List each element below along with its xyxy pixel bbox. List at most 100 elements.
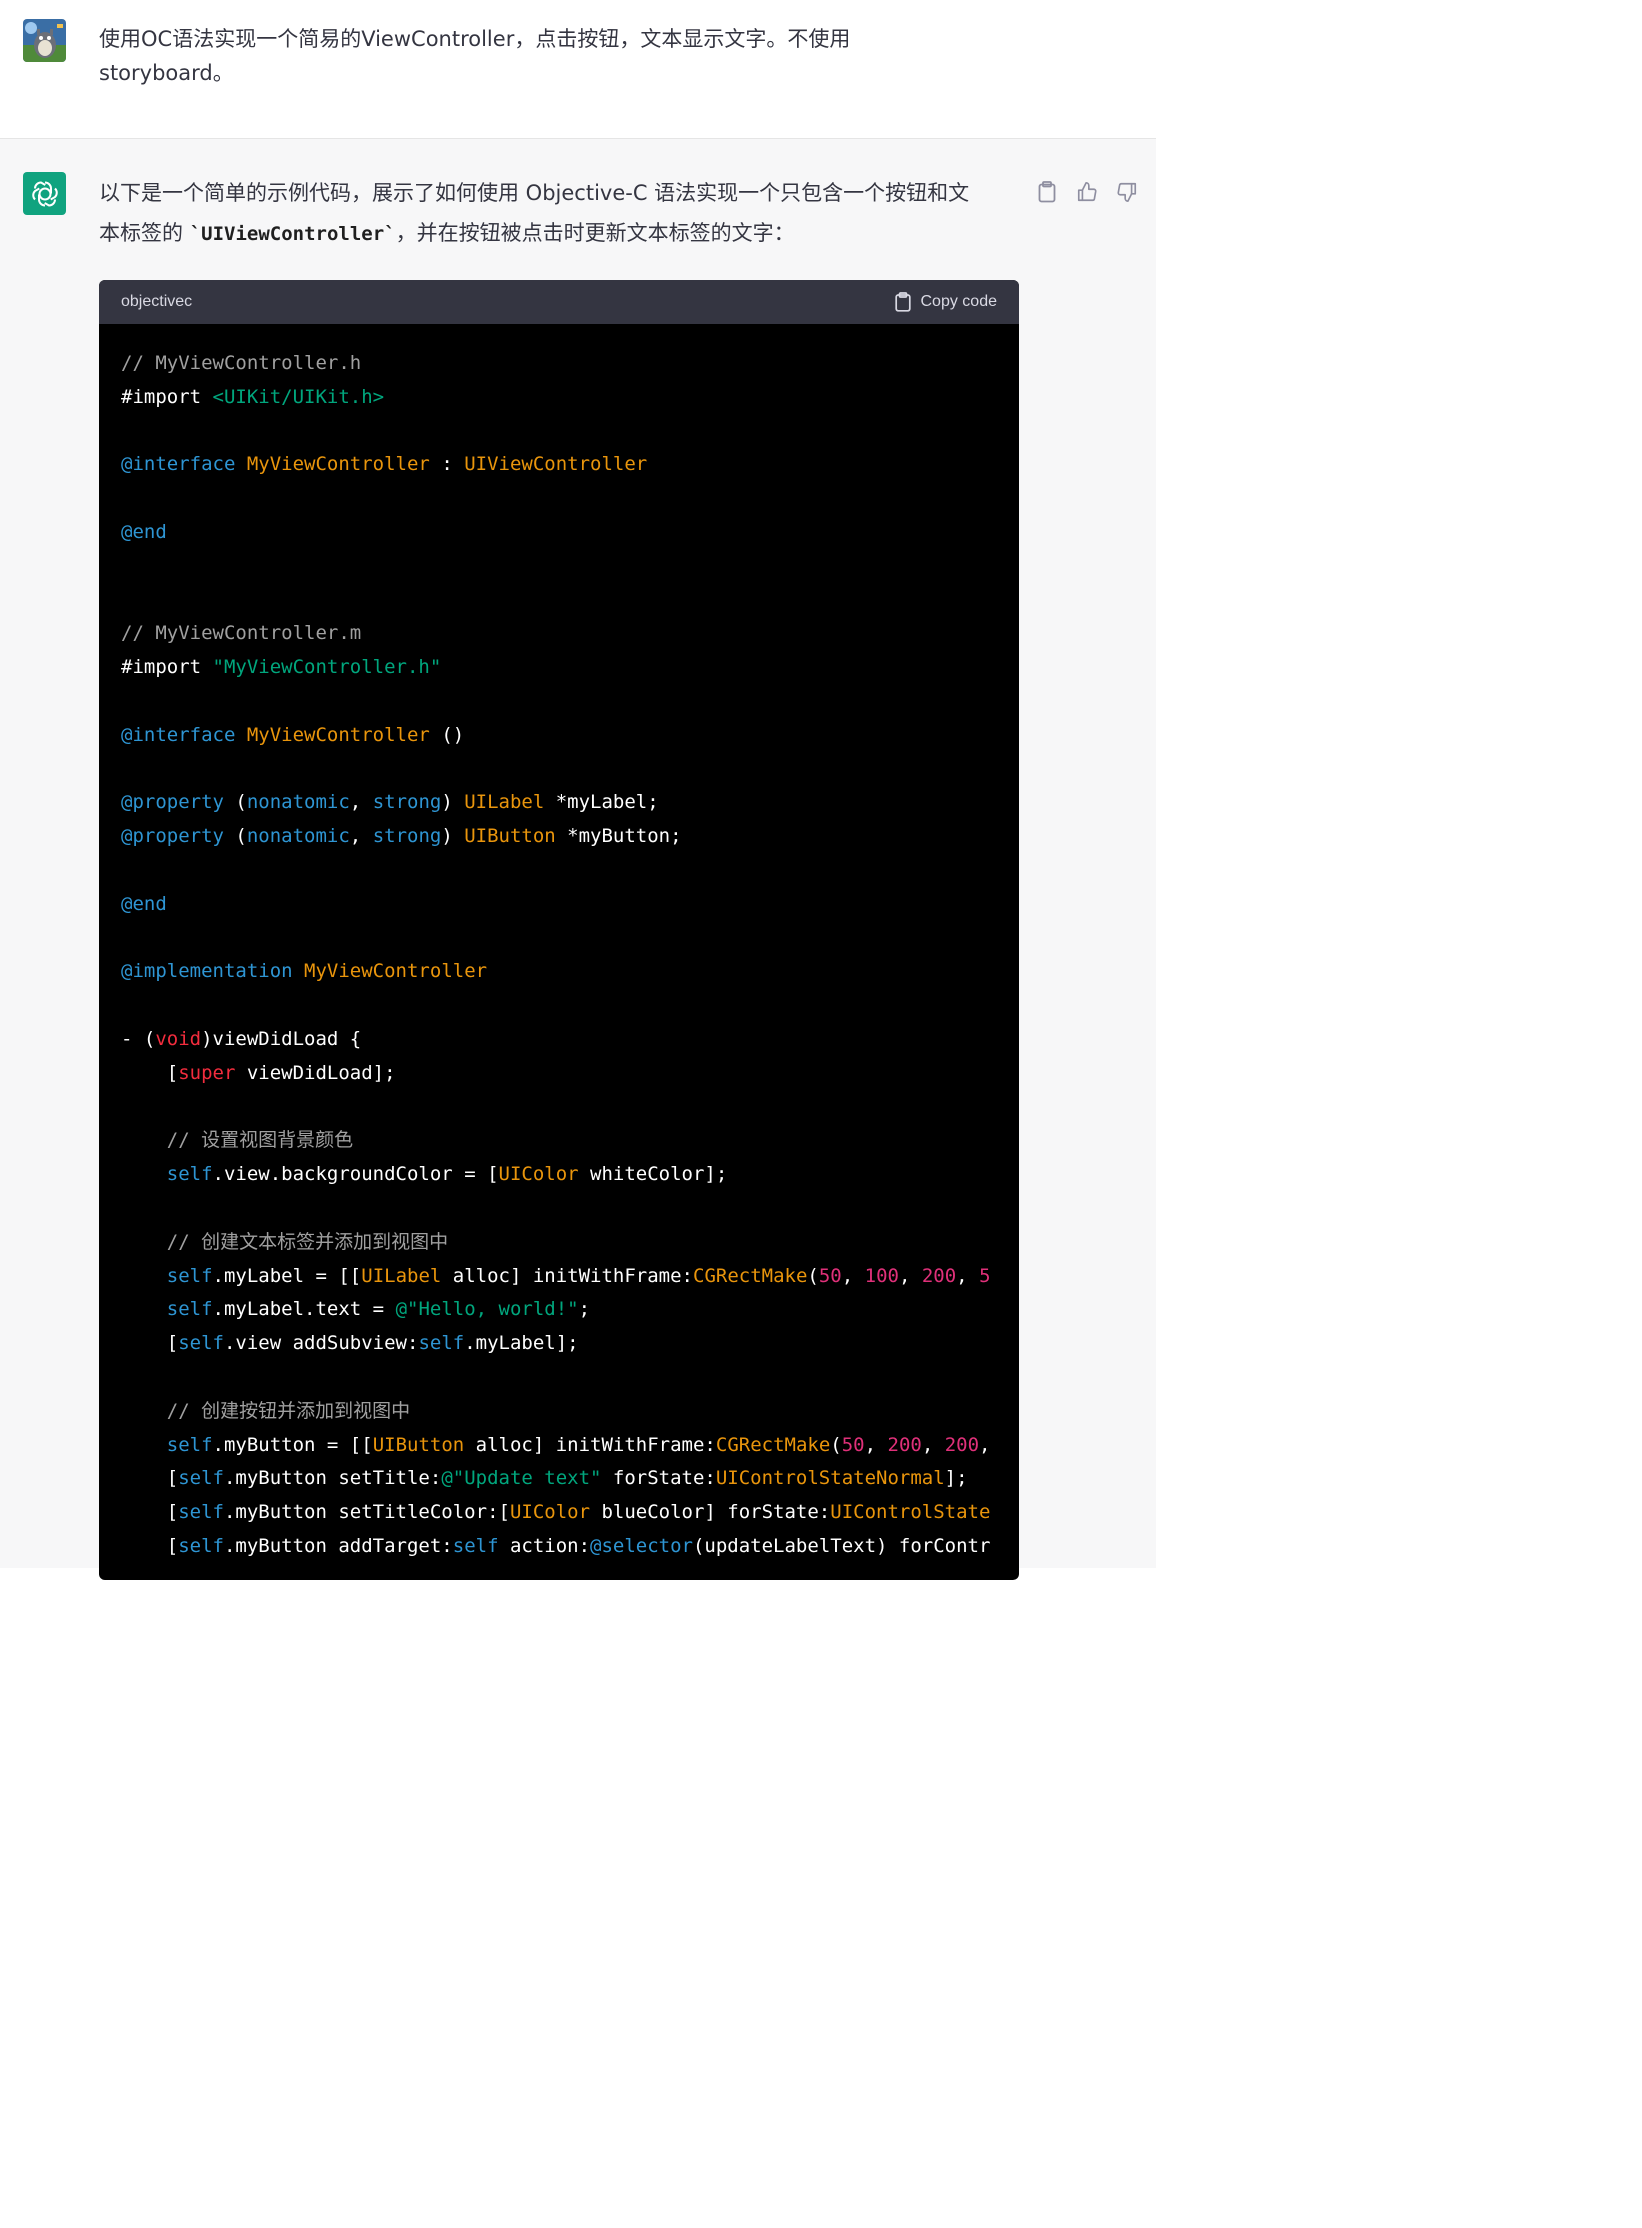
thumbs-down-icon[interactable] — [1114, 179, 1140, 205]
code-token: strong — [372, 791, 442, 814]
code-token: @property — [121, 791, 224, 814]
code-line: [super viewDidLoad]; — [121, 1057, 997, 1091]
code-line: #import <UIKit/UIKit.h> — [121, 381, 997, 415]
code-token: ) — [441, 791, 465, 814]
code-token: self — [178, 1534, 224, 1557]
code-token: .view addSubview: — [223, 1332, 419, 1355]
user-avatar-icon — [23, 19, 66, 62]
code-token: // 创建按钮并添加到视图中 — [121, 1399, 411, 1422]
code-token: super — [178, 1061, 236, 1084]
code-token: #import — [121, 385, 213, 408]
code-token: UIControlState — [830, 1501, 991, 1524]
code-token: UILabel — [464, 791, 545, 814]
code-token: , — [979, 1433, 991, 1456]
code-line: // MyViewController.h — [121, 347, 997, 381]
code-token: UIButton — [372, 1433, 465, 1456]
code-line: self.myButton = [[UIButton alloc] initWi… — [121, 1429, 997, 1463]
code-token: , — [349, 825, 373, 848]
code-line: // 创建文本标签并添加到视图中 — [121, 1226, 997, 1260]
code-token: forState: — [601, 1467, 716, 1490]
code-token: @end — [121, 520, 167, 543]
openai-logo-icon — [23, 172, 66, 215]
code-line: @property (nonatomic, strong) UIButton *… — [121, 820, 997, 854]
code-token: 200 — [921, 1264, 957, 1287]
code-line: // 设置视图背景颜色 — [121, 1124, 997, 1158]
code-line: @end — [121, 888, 997, 922]
code-line: self.myLabel = [[UILabel alloc] initWith… — [121, 1260, 997, 1294]
code-content: // MyViewController.h #import <UIKit/UIKi… — [99, 324, 1019, 1580]
copy-code-label: Copy code — [920, 293, 998, 310]
code-token: [ — [121, 1534, 179, 1557]
code-token: .myButton = [[ — [212, 1433, 373, 1456]
code-line: #import "MyViewController.h" — [121, 651, 997, 685]
code-token: // 创建文本标签并添加到视图中 — [121, 1230, 449, 1253]
code-token: "MyViewController.h" — [212, 656, 442, 679]
code-line: [self.myButton addTarget:self action:@se… — [121, 1530, 997, 1564]
code-line: self.myLabel.text = @"Hello, world!"; — [121, 1293, 997, 1327]
code-line: [self.myButton setTitle:@"Update text" f… — [121, 1462, 997, 1496]
code-token: @"Hello, world!" — [395, 1298, 579, 1321]
code-token: @property — [121, 825, 224, 848]
code-token: , — [956, 1264, 980, 1287]
code-token: @end — [121, 892, 167, 915]
code-token: [ — [121, 1467, 179, 1490]
code-token: self — [166, 1433, 213, 1456]
assistant-intro-text: 以下是一个简单的示例代码，展示了如何使用 Objective-C 语法实现一个只… — [99, 173, 1019, 254]
code-line: @interface MyViewController : UIViewCont… — [121, 448, 997, 482]
code-token: .myButton addTarget: — [223, 1534, 453, 1557]
code-token: 50 — [818, 1264, 842, 1287]
clipboard-icon[interactable] — [1034, 179, 1060, 205]
code-token: action: — [498, 1534, 591, 1557]
thumbs-up-icon[interactable] — [1074, 179, 1100, 205]
copy-code-button[interactable]: Copy code — [894, 292, 998, 312]
code-line: // MyViewController.m — [121, 617, 997, 651]
code-token: .myLabel = [[ — [212, 1264, 362, 1287]
code-token: #import — [121, 656, 213, 679]
code-token: ( — [223, 825, 247, 848]
code-line: // 创建按钮并添加到视图中 — [121, 1395, 997, 1429]
code-token: nonatomic — [246, 791, 350, 814]
code-token: 200 — [944, 1433, 980, 1456]
code-token: self — [178, 1501, 224, 1524]
code-token: , — [921, 1433, 945, 1456]
code-token: 200 — [887, 1433, 922, 1456]
code-token: , — [841, 1264, 865, 1287]
code-token: void — [155, 1027, 202, 1050]
code-token: strong — [372, 825, 442, 848]
code-token: @interface — [121, 453, 236, 476]
intro-text-after: ，并在按钮被点击时更新文本标签的文字： — [395, 221, 795, 245]
code-line: @property (nonatomic, strong) UILabel *m… — [121, 786, 997, 820]
code-token: // MyViewController.h — [121, 352, 362, 374]
code-token: MyViewController — [246, 453, 430, 476]
code-token: UIViewController — [464, 453, 648, 476]
code-token: UIColor — [498, 1163, 579, 1186]
code-token: ( — [223, 791, 247, 814]
code-token: ; — [578, 1298, 591, 1321]
code-token: nonatomic — [246, 825, 350, 848]
code-token: MyViewController — [246, 723, 430, 746]
code-token: *myButton; — [555, 825, 682, 848]
intro-text-before: 本标签的 — [99, 221, 190, 245]
code-line: @implementation MyViewController — [121, 955, 997, 989]
code-token: UIControlStateNormal — [715, 1467, 945, 1490]
code-line: [self.view addSubview:self.myLabel]; — [121, 1327, 997, 1361]
code-token: .myButton setTitleColor:[ — [223, 1501, 510, 1524]
assistant-message-row: 以下是一个简单的示例代码，展示了如何使用 Objective-C 语法实现一个只… — [0, 139, 1156, 1580]
code-token: UILabel — [361, 1264, 442, 1287]
assistant-intro-line: 本标签的 `UIViewController`，并在按钮被点击时更新文本标签的文… — [99, 213, 1019, 254]
code-token: )viewDidLoad { — [201, 1027, 362, 1050]
code-token: ( — [830, 1433, 842, 1456]
code-token: , — [898, 1264, 922, 1287]
code-line: [self.myButton setTitleColor:[UIColor bl… — [121, 1496, 997, 1530]
code-line: @interface MyViewController () — [121, 719, 997, 753]
code-token: @selector — [590, 1534, 693, 1557]
